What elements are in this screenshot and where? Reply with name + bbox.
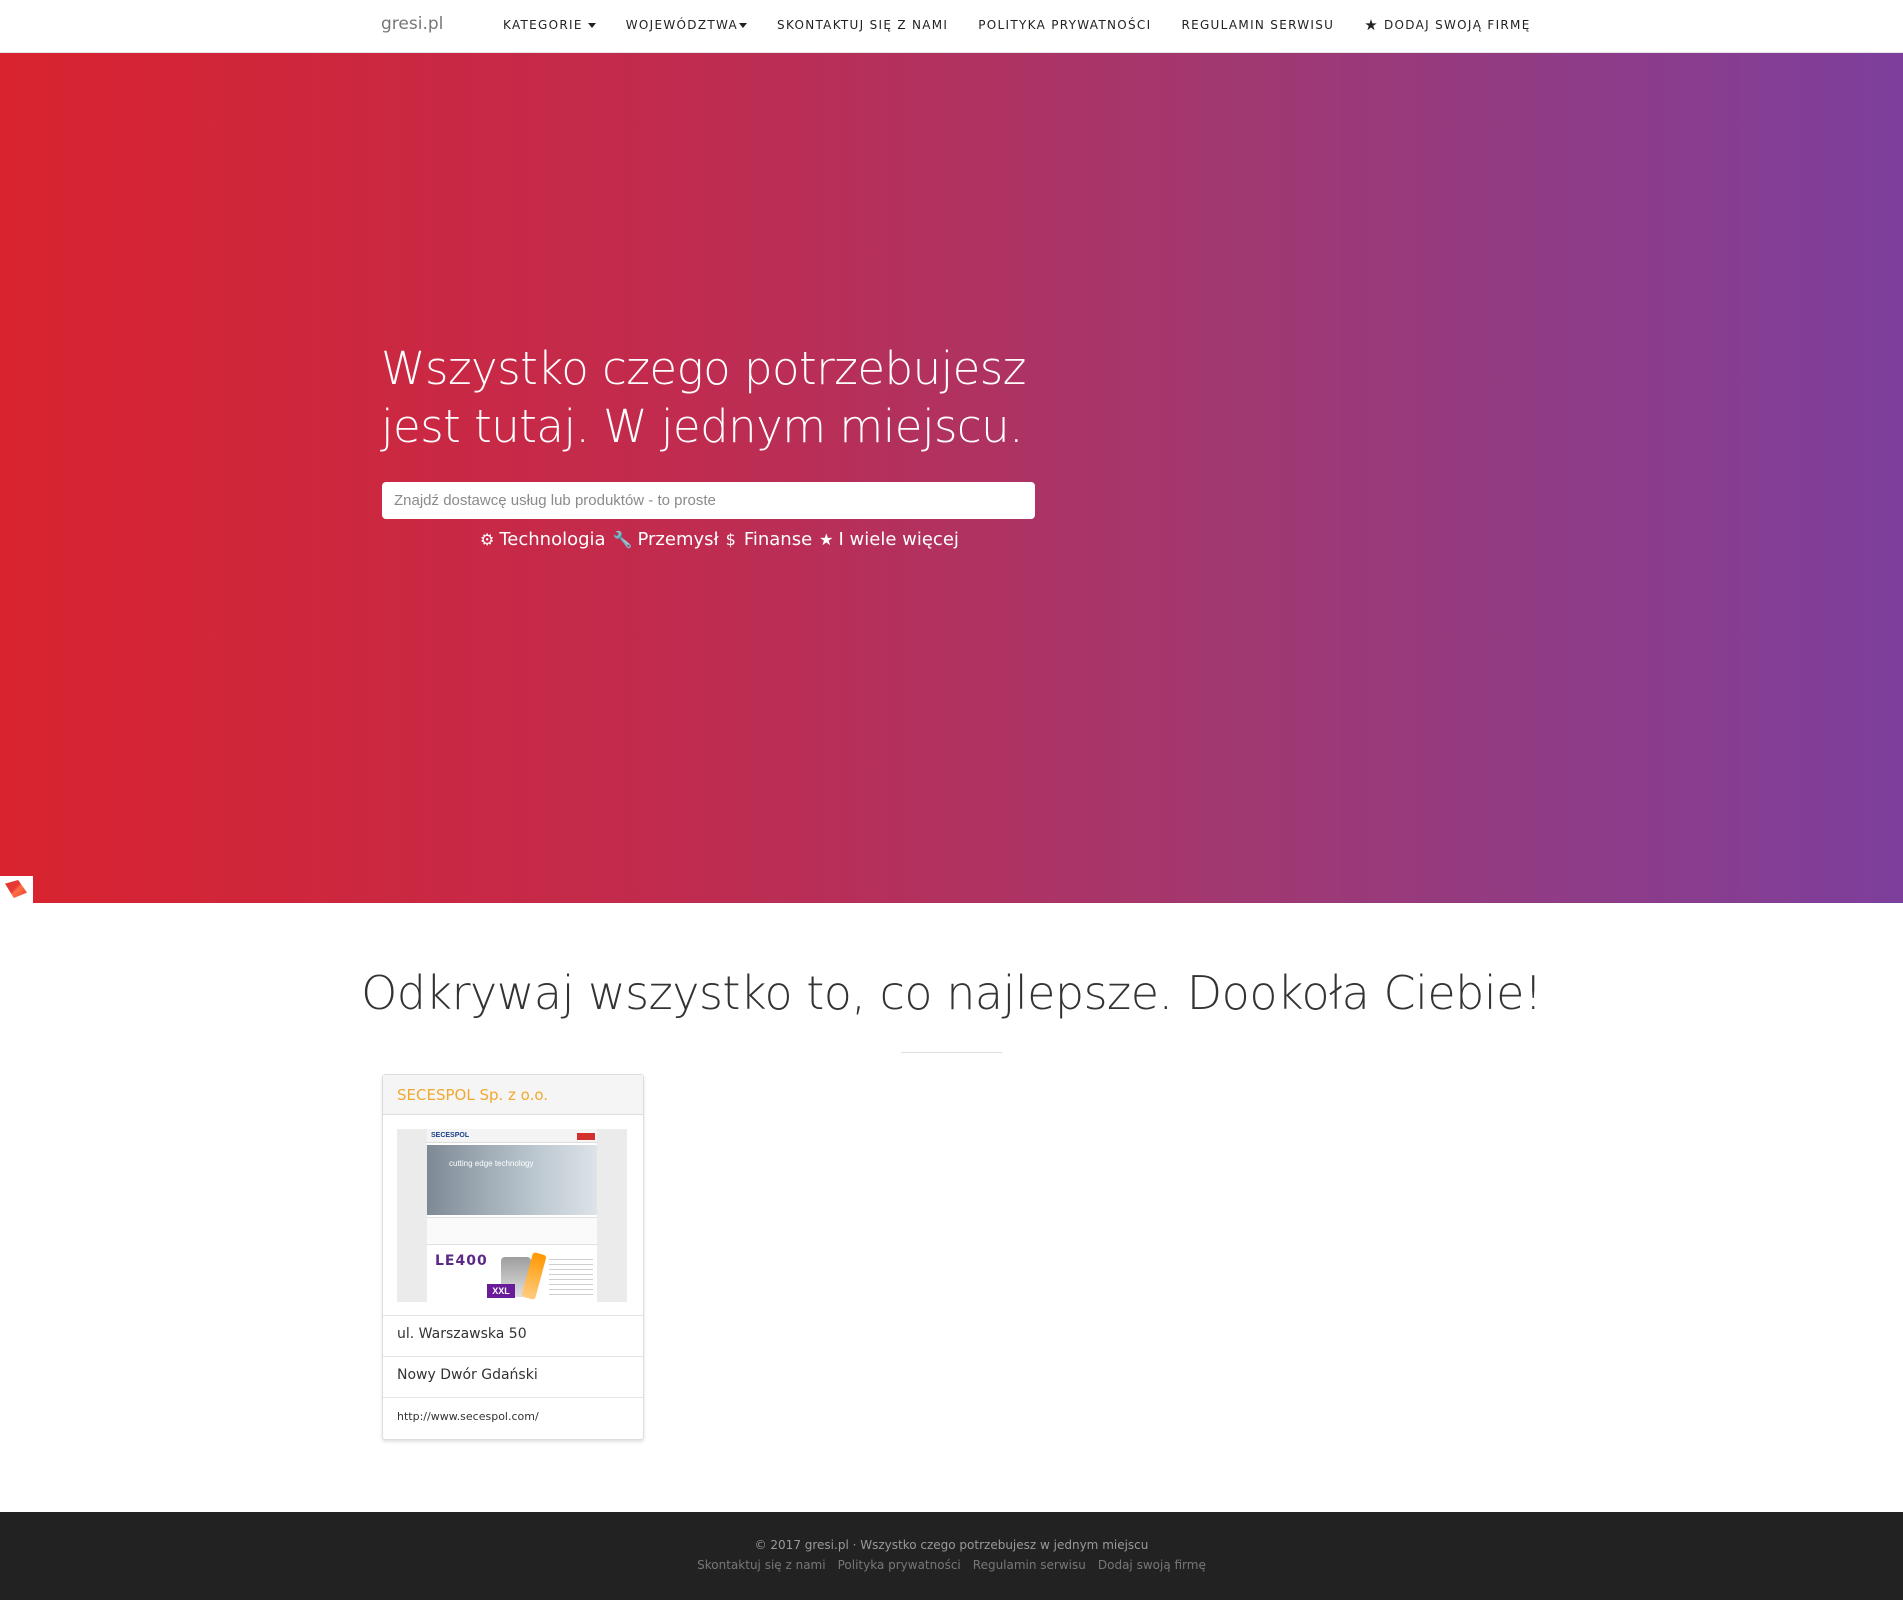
nav-terms[interactable]: Regulamin serwisu	[1181, 18, 1334, 32]
footer-copyright: © 2017 gresi.pl · Wszystko czego potrzeb…	[754, 1538, 1149, 1552]
footer-link-terms[interactable]: Regulamin serwisu	[973, 1558, 1086, 1572]
company-city: Nowy Dwór Gdański	[383, 1357, 643, 1398]
nav-add-company[interactable]: ★ Dodaj swoją firmę	[1364, 16, 1530, 34]
tag-technologia[interactable]: ⚙ Technologia	[480, 529, 606, 550]
tag-label: Technologia	[499, 529, 606, 550]
nav-kategorie[interactable]: Kategorie	[503, 18, 596, 32]
hero-headline: Wszystko czego potrzebujesz jest tutaj. …	[381, 342, 1026, 453]
star-icon: ★	[1364, 16, 1379, 34]
tag-more[interactable]: ★ I wiele więcej	[819, 529, 959, 550]
wrench-icon: 🔧	[612, 530, 633, 549]
section-divider	[901, 1052, 1002, 1053]
tag-label: I wiele więcej	[838, 529, 959, 550]
brand-logo[interactable]: gresi.pl	[381, 14, 443, 34]
company-card: SECESPOL Sp. z o.o. SECESPOL cutting edg…	[382, 1074, 644, 1440]
company-thumbnail-wrap: SECESPOL cutting edge technology LE400 X…	[383, 1115, 643, 1316]
top-navbar: gresi.pl Kategorie Województwa Skontaktu…	[0, 0, 1903, 53]
footer-link-privacy[interactable]: Polityka prywatności	[838, 1558, 961, 1572]
thumb-text-lines	[549, 1255, 593, 1295]
thumb-banner	[427, 1145, 597, 1215]
company-street: ul. Warszawska 50	[383, 1316, 643, 1357]
caret-down-icon	[587, 22, 596, 28]
thumb-row	[427, 1217, 597, 1245]
nav-label: Województwa	[625, 18, 739, 32]
category-tags: ⚙ Technologia 🔧 Przemysł $ Finanse ★ I w…	[480, 529, 966, 550]
main-nav: Kategorie Województwa Skontaktuj się z n…	[503, 0, 1561, 50]
dollar-icon: $	[725, 530, 736, 549]
search-input[interactable]	[382, 482, 1035, 519]
caret-down-icon	[739, 22, 748, 28]
tag-przemysl[interactable]: 🔧 Przemysł	[613, 529, 719, 550]
discover-title: Odkrywaj wszystko to, co najlepsze. Dook…	[361, 966, 1542, 1020]
company-thumbnail[interactable]: SECESPOL cutting edge technology LE400 X…	[397, 1129, 627, 1302]
thumb-button	[577, 1133, 595, 1140]
nav-label: Dodaj swoją firmę	[1384, 18, 1531, 32]
nav-label: Regulamin serwisu	[1181, 18, 1335, 32]
nav-label: Kategorie	[503, 18, 583, 32]
footer-link-contact[interactable]: Skontaktuj się z nami	[697, 1558, 825, 1572]
floating-widget-badge[interactable]	[0, 876, 33, 903]
thumb-badge: XXL	[487, 1284, 515, 1298]
nav-label: Polityka prywatności	[978, 18, 1152, 32]
tag-label: Przemysł	[637, 529, 719, 550]
star-icon: ★	[819, 530, 834, 549]
company-website-link[interactable]: http://www.secespol.com/	[383, 1398, 643, 1438]
hero-section: Wszystko czego potrzebujesz jest tutaj. …	[0, 53, 1903, 903]
company-name[interactable]: SECESPOL Sp. z o.o.	[383, 1075, 643, 1115]
thumb-product-label: LE400	[435, 1253, 488, 1269]
nav-wojewodztwa[interactable]: Województwa	[625, 18, 748, 32]
nav-contact[interactable]: Skontaktuj się z nami	[777, 18, 948, 32]
gear-icon: ⚙	[480, 530, 495, 549]
footer-link-add-company[interactable]: Dodaj swoją firmę	[1098, 1558, 1206, 1572]
widget-logo-icon	[5, 880, 27, 898]
nav-privacy[interactable]: Polityka prywatności	[978, 18, 1151, 32]
thumb-banner-text: cutting edge technology	[449, 1159, 534, 1168]
footer-links: Skontaktuj się z nami Polityka prywatnoś…	[0, 1558, 1903, 1572]
footer: © 2017 gresi.pl · Wszystko czego potrzeb…	[0, 1512, 1903, 1600]
tag-label: Finanse	[743, 529, 813, 550]
tag-finanse[interactable]: $ Finanse	[726, 529, 813, 550]
thumb-logo: SECESPOL	[431, 1132, 470, 1139]
nav-label: Skontaktuj się z nami	[777, 18, 949, 32]
